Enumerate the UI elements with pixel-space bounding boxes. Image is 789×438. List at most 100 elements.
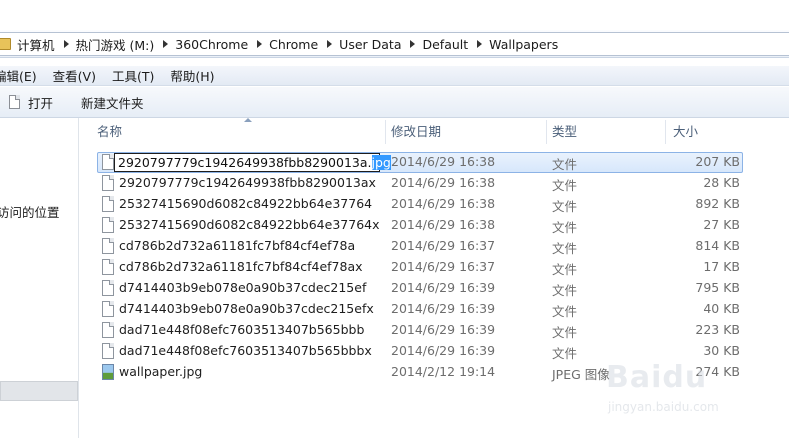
navigation-pane: 访问的位置 bbox=[0, 118, 79, 438]
file-type: 文件 bbox=[552, 157, 578, 172]
file-row[interactable]: 25327415690d6082c84922bb64e37764 2014/6/2… bbox=[80, 194, 789, 215]
file-row[interactable]: 2920797779c1942649938fbb8290013ax 2014/6/… bbox=[80, 173, 789, 194]
open-button[interactable]: 打开 bbox=[0, 93, 53, 112]
chevron-right-icon[interactable] bbox=[63, 40, 69, 48]
file-type: 文件 bbox=[552, 283, 578, 298]
rename-text: 2920797779c1942649938fbb8290013a.jpg bbox=[118, 155, 391, 170]
file-type: 文件 bbox=[552, 325, 578, 340]
file-size: 814 KB bbox=[695, 238, 740, 253]
sidebar-item-recent-places[interactable]: 访问的位置 bbox=[0, 202, 60, 221]
file-size: 207 KB bbox=[695, 154, 740, 169]
column-header-date[interactable]: 修改日期 bbox=[384, 120, 547, 144]
column-header-type[interactable]: 类型 bbox=[545, 120, 666, 144]
breadcrumb-item[interactable]: Chrome bbox=[248, 37, 318, 52]
chevron-right-icon[interactable] bbox=[477, 40, 483, 48]
file-size: 27 KB bbox=[703, 217, 740, 232]
rename-base-text: 2920797779c1942649938fbb8290013a. bbox=[118, 155, 372, 170]
image-file-icon bbox=[102, 364, 114, 380]
folder-icon bbox=[0, 38, 11, 50]
breadcrumb-label: Chrome bbox=[269, 36, 319, 52]
breadcrumb-label: User Data bbox=[339, 36, 402, 52]
file-type: 文件 bbox=[552, 262, 578, 277]
file-type: 文件 bbox=[552, 304, 578, 319]
file-size: 892 KB bbox=[695, 196, 740, 211]
file-name: dad71e448f08efc7603513407b565bbbx bbox=[119, 343, 372, 358]
file-date: 2014/6/29 16:38 bbox=[391, 154, 496, 169]
file-row[interactable]: 25327415690d6082c84922bb64e37764x 2014/6/… bbox=[80, 215, 789, 236]
file-size: 17 KB bbox=[703, 259, 740, 274]
file-icon bbox=[102, 217, 114, 233]
address-bar[interactable]: 计算机 热门游戏 (M:) 360Chrome Chrome User Data Defa… bbox=[0, 30, 789, 58]
new-folder-button-label: 新建文件夹 bbox=[81, 95, 144, 111]
document-icon bbox=[9, 95, 20, 109]
file-icon bbox=[102, 196, 114, 212]
file-icon bbox=[102, 238, 114, 254]
file-row[interactable]: dad71e448f08efc7603513407b565bbb 2014/6/2… bbox=[80, 320, 789, 341]
chevron-right-icon[interactable] bbox=[257, 40, 263, 48]
file-size: 40 KB bbox=[703, 301, 740, 316]
menu-item[interactable]: 查看(V) bbox=[53, 66, 96, 85]
breadcrumb-item[interactable]: 360Chrome bbox=[154, 37, 248, 52]
file-date: 2014/6/29 16:38 bbox=[391, 217, 496, 232]
file-row[interactable]: dad71e448f08efc7603513407b565bbbx 2014/6/… bbox=[80, 341, 789, 362]
file-name: 25327415690d6082c84922bb64e37764 bbox=[119, 196, 373, 211]
chevron-right-icon[interactable] bbox=[327, 40, 333, 48]
chevron-right-icon[interactable] bbox=[410, 40, 416, 48]
file-date: 2014/6/29 16:37 bbox=[391, 259, 496, 274]
file-name: dad71e448f08efc7603513407b565bbb bbox=[119, 322, 365, 337]
menu-item[interactable]: 工具(T) bbox=[112, 66, 154, 85]
file-size: 28 KB bbox=[703, 175, 740, 190]
column-header-name[interactable]: 名称 bbox=[90, 118, 386, 144]
watermark-url: jingyan.baidu.com bbox=[608, 400, 719, 414]
rename-input[interactable]: 2920797779c1942649938fbb8290013a.jpg bbox=[114, 153, 391, 172]
breadcrumb-item[interactable]: 计算机 bbox=[17, 35, 55, 54]
file-date: 2014/6/29 16:39 bbox=[391, 280, 496, 295]
address-field[interactable]: 计算机 热门游戏 (M:) 360Chrome Chrome User Data Defa… bbox=[0, 32, 789, 56]
breadcrumb-label: 360Chrome bbox=[175, 36, 249, 52]
breadcrumb-label: 热门游戏 (M:) bbox=[75, 37, 155, 53]
file-type: 文件 bbox=[552, 241, 578, 256]
new-folder-button[interactable]: 新建文件夹 bbox=[81, 93, 144, 112]
file-date: 2014/6/29 16:37 bbox=[391, 238, 496, 253]
file-icon bbox=[102, 301, 114, 317]
watermark-logo: Baidu bbox=[606, 360, 708, 395]
file-date: 2014/6/29 16:38 bbox=[391, 196, 496, 211]
breadcrumb: 计算机 热门游戏 (M:) 360Chrome Chrome User Data Defa… bbox=[17, 35, 558, 54]
chevron-right-icon[interactable] bbox=[163, 40, 169, 48]
file-name: 25327415690d6082c84922bb64e37764x bbox=[119, 217, 380, 232]
file-date: 2014/6/29 16:39 bbox=[391, 301, 496, 316]
menu-item[interactable]: 帮助(H) bbox=[170, 66, 214, 85]
file-date: 2014/6/29 16:38 bbox=[391, 175, 496, 190]
column-header-size-label: 大小 bbox=[673, 124, 699, 139]
file-row[interactable]: d7414403b9eb078e0a90b37cdec215ef 2014/6/2… bbox=[80, 278, 789, 299]
file-row[interactable]: d7414403b9eb078e0a90b37cdec215efx 2014/6/… bbox=[80, 299, 789, 320]
open-button-label: 打开 bbox=[28, 95, 54, 111]
file-type: JPEG 图像 bbox=[552, 367, 610, 382]
breadcrumb-item[interactable]: Wallpapers bbox=[468, 37, 558, 52]
breadcrumb-item[interactable]: Default bbox=[401, 37, 468, 52]
file-name: wallpaper.jpg bbox=[119, 364, 203, 379]
file-row[interactable]: cd786b2d732a61181fc7bf84cf4ef78a 2014/6/2… bbox=[80, 236, 789, 257]
file-row[interactable]: 2920797779c1942649938fbb8290013a.jpg 2014… bbox=[80, 152, 789, 173]
file-icon bbox=[102, 343, 114, 359]
file-size: 30 KB bbox=[703, 343, 740, 358]
breadcrumb-item[interactable]: 热门游戏 (M:) bbox=[55, 35, 155, 54]
file-name: d7414403b9eb078e0a90b37cdec215ef bbox=[119, 280, 367, 295]
file-type: 文件 bbox=[552, 220, 578, 235]
file-name: 2920797779c1942649938fbb8290013ax bbox=[119, 175, 376, 190]
sidebar-item-label: 访问的位置 bbox=[0, 205, 60, 220]
menu-item[interactable]: 编辑(E) bbox=[0, 66, 37, 85]
file-type: 文件 bbox=[552, 199, 578, 214]
horizontal-scrollbar[interactable] bbox=[0, 381, 78, 401]
rename-extension-selected: jpg bbox=[371, 155, 391, 170]
file-name: cd786b2d732a61181fc7bf84cf4ef78a bbox=[119, 238, 356, 253]
column-header-name-label: 名称 bbox=[97, 124, 123, 139]
column-header-size[interactable]: 大小 bbox=[666, 120, 789, 144]
breadcrumb-label: 计算机 bbox=[17, 37, 55, 53]
column-header-date-label: 修改日期 bbox=[391, 124, 442, 139]
breadcrumb-label: Default bbox=[422, 36, 469, 52]
file-row[interactable]: cd786b2d732a61181fc7bf84cf4ef78ax 2014/6/… bbox=[80, 257, 789, 278]
menu-bar: 编辑(E) 查看(V) 工具(T) 帮助(H) bbox=[0, 66, 789, 86]
breadcrumb-item[interactable]: User Data bbox=[318, 37, 401, 52]
baidu-watermark: Baidu jingyan.baidu.com bbox=[606, 360, 756, 430]
